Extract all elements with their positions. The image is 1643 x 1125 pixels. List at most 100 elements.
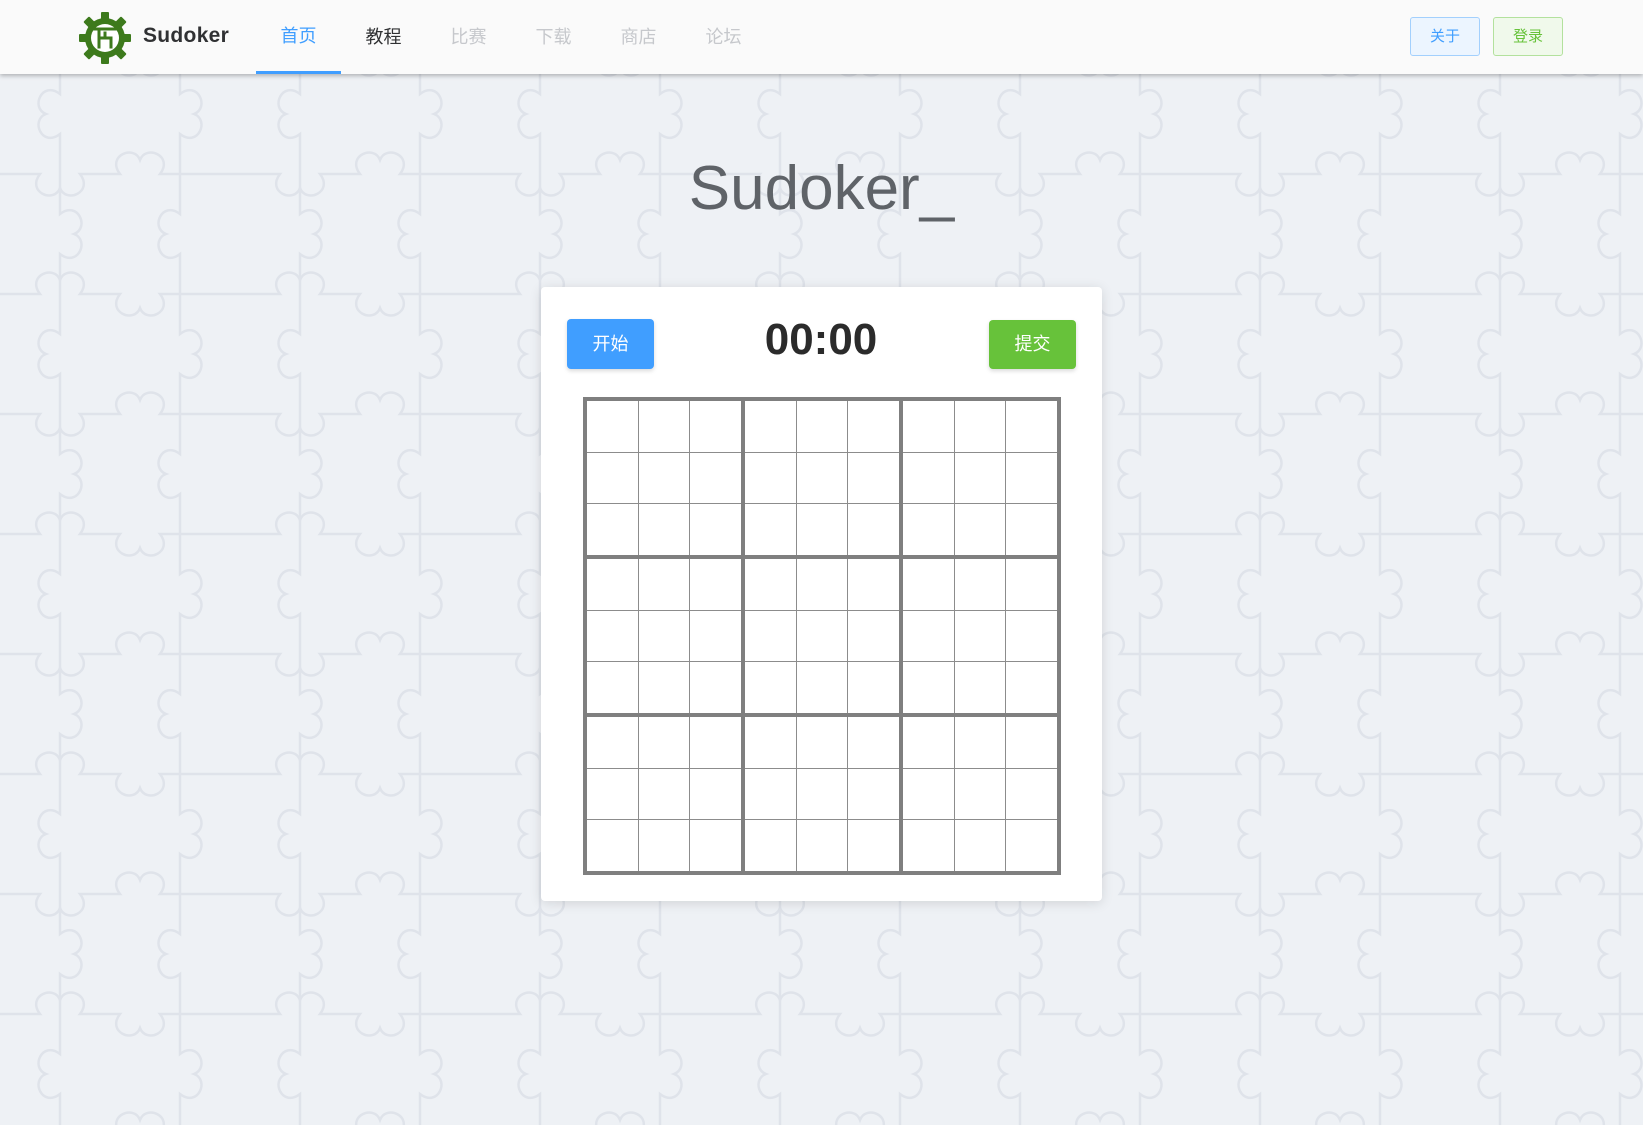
nav-item-store[interactable]: 商店: [596, 0, 681, 74]
sudoku-cell[interactable]: [587, 452, 638, 504]
sudoku-cell[interactable]: [638, 610, 690, 662]
sudoku-cell[interactable]: [848, 820, 899, 871]
sudoku-cell[interactable]: [638, 504, 690, 555]
sudoku-cell[interactable]: [796, 662, 848, 713]
nav-item-download[interactable]: 下载: [511, 0, 596, 74]
top-navbar: Sudoker 首页 教程 比赛 下载 商店 论坛 关于 登录: [0, 0, 1643, 74]
sudoku-cell[interactable]: [690, 559, 741, 610]
about-button[interactable]: 关于: [1410, 17, 1480, 56]
sudoku-cell[interactable]: [848, 559, 899, 610]
sudoku-cell[interactable]: [903, 717, 954, 768]
sudoku-cell[interactable]: [638, 401, 690, 452]
sudoku-cell[interactable]: [954, 768, 1006, 820]
sudoku-cell[interactable]: [690, 452, 741, 504]
sudoku-cell[interactable]: [1006, 401, 1057, 452]
sudoku-cell[interactable]: [903, 401, 954, 452]
sudoku-cell[interactable]: [587, 610, 638, 662]
sudoku-cell[interactable]: [1006, 452, 1057, 504]
sudoku-cell[interactable]: [745, 662, 796, 713]
sudoku-cell[interactable]: [587, 401, 638, 452]
sudoku-cell[interactable]: [796, 717, 848, 768]
sudoku-cell[interactable]: [745, 401, 796, 452]
sudoku-cell[interactable]: [848, 401, 899, 452]
sudoku-box: [587, 717, 741, 871]
sudoku-cell[interactable]: [690, 717, 741, 768]
sudoku-cell[interactable]: [903, 504, 954, 555]
sudoku-cell[interactable]: [1006, 717, 1057, 768]
sudoku-cell[interactable]: [796, 820, 848, 871]
sudoku-cell[interactable]: [903, 452, 954, 504]
sudoku-cell[interactable]: [745, 717, 796, 768]
sudoku-cell[interactable]: [745, 559, 796, 610]
sudoku-cell[interactable]: [1006, 610, 1057, 662]
nav-item-competition[interactable]: 比赛: [426, 0, 511, 74]
sudoku-cell[interactable]: [745, 768, 796, 820]
sudoku-cell[interactable]: [587, 662, 638, 713]
sudoku-cell[interactable]: [1006, 504, 1057, 555]
login-button[interactable]: 登录: [1493, 17, 1563, 56]
sudoku-cell[interactable]: [848, 768, 899, 820]
sudoku-cell[interactable]: [1006, 820, 1057, 871]
sudoku-cell[interactable]: [848, 717, 899, 768]
page-title: Sudoker_: [688, 154, 955, 223]
sudoku-cell[interactable]: [638, 768, 690, 820]
sudoku-cell[interactable]: [848, 452, 899, 504]
sudoku-cell[interactable]: [638, 820, 690, 871]
start-button[interactable]: 开始: [567, 319, 654, 369]
sudoku-cell[interactable]: [954, 504, 1006, 555]
sudoku-cell[interactable]: [745, 452, 796, 504]
sudoku-cell[interactable]: [848, 610, 899, 662]
sudoku-cell[interactable]: [690, 820, 741, 871]
sudoku-cell[interactable]: [690, 610, 741, 662]
sudoku-cell[interactable]: [954, 559, 1006, 610]
nav-item-forum[interactable]: 论坛: [681, 0, 766, 74]
sudoku-cell[interactable]: [587, 559, 638, 610]
sudoku-cell[interactable]: [638, 717, 690, 768]
sudoku-cell[interactable]: [1006, 559, 1057, 610]
sudoku-box: [587, 559, 741, 713]
sudoku-cell[interactable]: [903, 559, 954, 610]
sudoku-cell[interactable]: [796, 559, 848, 610]
gear-logo-icon[interactable]: [78, 11, 132, 65]
sudoku-cell[interactable]: [954, 401, 1006, 452]
nav-item-tutorial[interactable]: 教程: [341, 0, 426, 74]
sudoku-cell[interactable]: [1006, 768, 1057, 820]
sudoku-cell[interactable]: [690, 768, 741, 820]
sudoku-cell[interactable]: [587, 717, 638, 768]
sudoku-cell[interactable]: [1006, 662, 1057, 713]
sudoku-cell[interactable]: [690, 504, 741, 555]
sudoku-cell[interactable]: [954, 820, 1006, 871]
submit-button[interactable]: 提交: [989, 320, 1076, 369]
sudoku-cell[interactable]: [954, 610, 1006, 662]
sudoku-cell[interactable]: [587, 820, 638, 871]
sudoku-box: [745, 717, 899, 871]
sudoku-cell[interactable]: [587, 768, 638, 820]
sudoku-cell[interactable]: [638, 559, 690, 610]
sudoku-cell[interactable]: [745, 504, 796, 555]
sudoku-cell[interactable]: [903, 662, 954, 713]
nav-item-home[interactable]: 首页: [256, 0, 341, 74]
sudoku-cell[interactable]: [745, 820, 796, 871]
sudoku-cell[interactable]: [745, 610, 796, 662]
sudoku-box: [903, 401, 1057, 555]
sudoku-cell[interactable]: [796, 610, 848, 662]
sudoku-cell[interactable]: [954, 452, 1006, 504]
sudoku-cell[interactable]: [796, 504, 848, 555]
sudoku-cell[interactable]: [638, 452, 690, 504]
brand-name[interactable]: Sudoker: [143, 24, 229, 48]
sudoku-cell[interactable]: [638, 662, 690, 713]
sudoku-cell[interactable]: [587, 504, 638, 555]
sudoku-cell[interactable]: [848, 504, 899, 555]
sudoku-cell[interactable]: [903, 610, 954, 662]
sudoku-grid: [583, 397, 1061, 875]
sudoku-cell[interactable]: [796, 768, 848, 820]
sudoku-cell[interactable]: [903, 820, 954, 871]
sudoku-cell[interactable]: [796, 452, 848, 504]
sudoku-cell[interactable]: [848, 662, 899, 713]
sudoku-cell[interactable]: [954, 662, 1006, 713]
sudoku-cell[interactable]: [690, 662, 741, 713]
sudoku-cell[interactable]: [903, 768, 954, 820]
sudoku-cell[interactable]: [796, 401, 848, 452]
sudoku-cell[interactable]: [954, 717, 1006, 768]
sudoku-cell[interactable]: [690, 401, 741, 452]
